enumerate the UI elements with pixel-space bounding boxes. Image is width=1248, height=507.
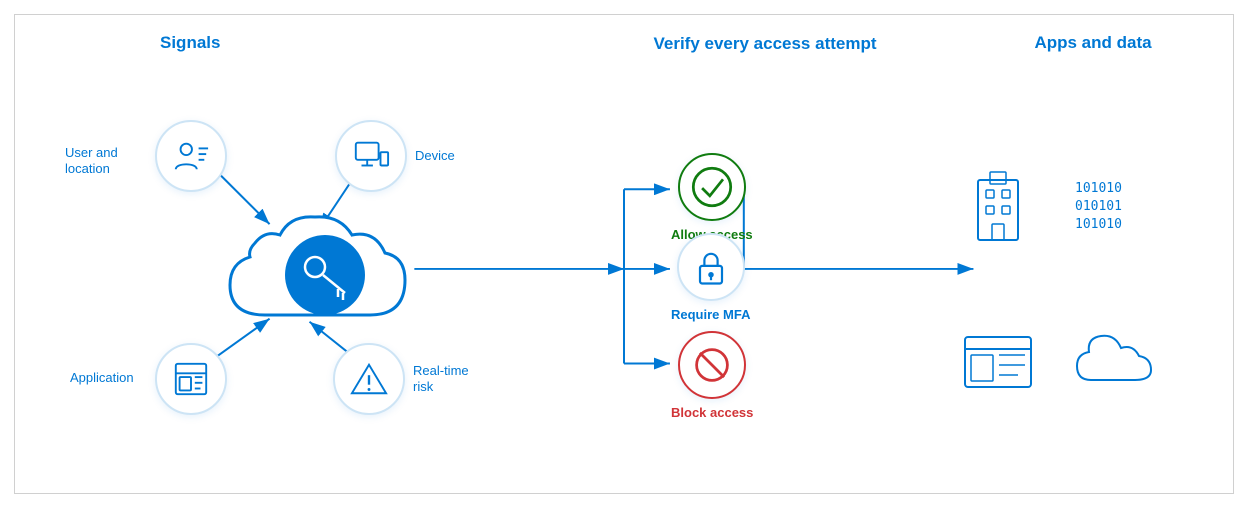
- building-icon: [963, 170, 1033, 250]
- binary-data-icon: 101010 010101 101010: [1073, 170, 1153, 250]
- device-icon-circle: [335, 120, 407, 192]
- diagram-container: Signals User andlocation Device: [14, 14, 1234, 494]
- realtime-risk-label: Real-timerisk: [413, 363, 469, 397]
- apps-cloud-icon: [1073, 330, 1153, 390]
- application-label: Application: [70, 370, 134, 385]
- require-mfa-outcome: Require MFA: [671, 233, 750, 322]
- user-location-label: User andlocation: [65, 145, 118, 179]
- allow-access-outcome: Allow access: [671, 153, 753, 242]
- device-label: Device: [415, 148, 455, 163]
- signals-title: Signals: [160, 33, 220, 53]
- allow-access-circle: [678, 153, 746, 221]
- cloud-key-container: [210, 185, 440, 345]
- application-icon-circle: [155, 343, 227, 415]
- arrows-svg: [15, 15, 1233, 493]
- block-access-label: Block access: [671, 405, 753, 420]
- apps-data-title: Apps and data: [983, 33, 1203, 53]
- verify-title: Verify every access attempt: [645, 33, 885, 55]
- block-access-circle: [678, 331, 746, 399]
- user-location-icon-circle: [155, 120, 227, 192]
- require-mfa-label: Require MFA: [671, 307, 750, 322]
- svg-text:101010: 101010: [1075, 181, 1122, 196]
- realtime-risk-icon-circle: [333, 343, 405, 415]
- svg-text:010101: 010101: [1075, 199, 1122, 214]
- svg-text:101010: 101010: [1075, 217, 1122, 232]
- block-access-outcome: Block access: [671, 331, 753, 420]
- app-window-icon: [963, 335, 1033, 390]
- require-mfa-circle: [677, 233, 745, 301]
